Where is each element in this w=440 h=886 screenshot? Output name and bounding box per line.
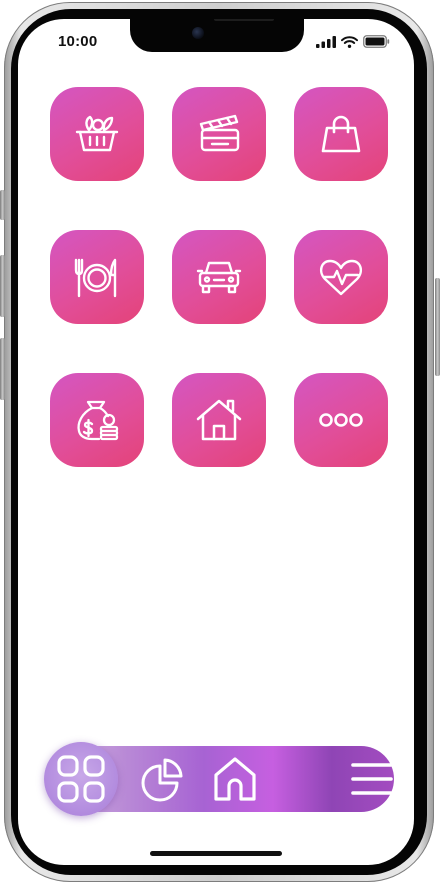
wifi-icon: [341, 35, 358, 48]
screen: 10:00: [18, 19, 414, 865]
category-health-button[interactable]: [294, 230, 388, 324]
tab-statistics[interactable]: [134, 746, 190, 812]
tab-categories[interactable]: [44, 742, 118, 816]
menu-icon: [351, 763, 393, 795]
volume-down-button: [0, 338, 5, 400]
silent-switch: [0, 190, 5, 220]
signal-icon: [316, 35, 336, 48]
status-icons: [316, 35, 390, 48]
shopping-bag-icon: [321, 115, 361, 153]
status-time: 10:00: [58, 33, 98, 50]
category-savings-button[interactable]: [50, 373, 144, 467]
front-camera: [192, 27, 204, 39]
house-icon: [196, 399, 242, 441]
plate-cutlery-icon: [74, 258, 117, 298]
pie-chart-icon: [141, 758, 183, 802]
more-dots-icon: [319, 413, 363, 427]
volume-up-button: [0, 255, 5, 317]
battery-icon: [363, 35, 390, 48]
category-groceries-button[interactable]: [50, 87, 144, 181]
category-shopping-button[interactable]: [294, 87, 388, 181]
bottom-tab-bar: [44, 742, 394, 816]
grid-icon: [57, 755, 105, 803]
category-more-button[interactable]: [294, 373, 388, 467]
money-bag-icon: [77, 400, 119, 441]
category-dining-button[interactable]: [50, 230, 144, 324]
tab-menu[interactable]: [350, 746, 394, 812]
home-indicator: [150, 851, 282, 856]
category-home-button[interactable]: [172, 373, 266, 467]
clapperboard-icon: [199, 114, 240, 152]
speaker: [214, 19, 274, 21]
basket-icon: [75, 115, 119, 152]
home-icon: [214, 757, 256, 801]
notch: [130, 19, 304, 52]
heartbeat-icon: [319, 259, 363, 296]
tab-home[interactable]: [206, 746, 264, 812]
category-entertainment-button[interactable]: [172, 87, 266, 181]
category-car-button[interactable]: [172, 230, 266, 324]
power-button: [435, 278, 440, 376]
car-icon: [196, 261, 242, 294]
